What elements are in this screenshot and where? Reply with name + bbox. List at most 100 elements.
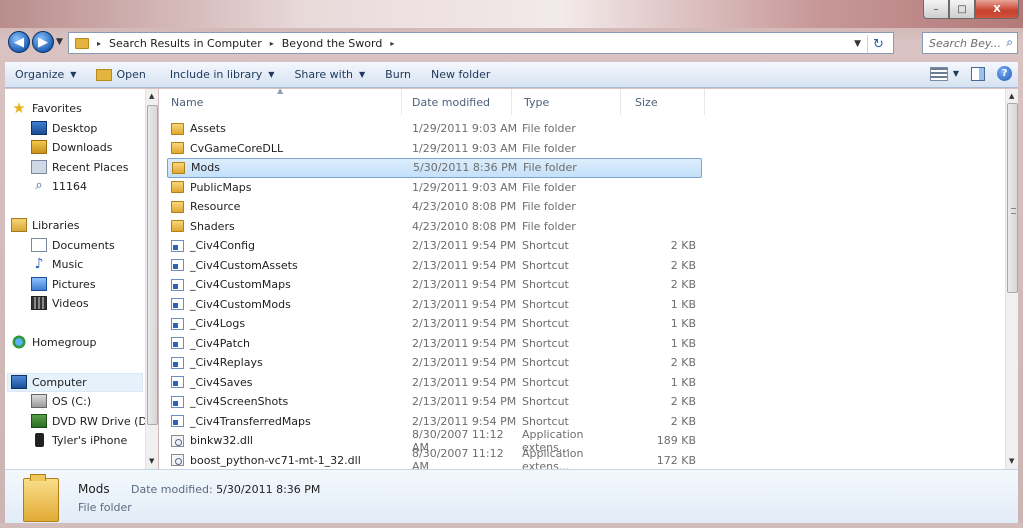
search-placeholder: Search Bey... (929, 36, 1001, 50)
maximize-button[interactable]: □ (949, 0, 975, 19)
file-size: 2 KB (670, 395, 696, 409)
refresh-icon[interactable]: ↻ (867, 35, 889, 53)
table-row[interactable]: _Civ4Config 2/13/2011 9:54 PM Shortcut 2 KB (167, 236, 702, 256)
file-name-cell: _Civ4CustomAssets (167, 259, 412, 272)
file-name: CvGameCoreDLL (190, 141, 284, 155)
table-row[interactable]: PublicMaps 1/29/2011 9:03 AM File folder (167, 178, 702, 198)
folder-icon (96, 68, 113, 81)
sidebar-group-homegroup[interactable]: Homegroup (11, 335, 96, 349)
column-header-name[interactable]: ▲ Name (159, 89, 402, 115)
organize-button[interactable]: Organize ▼ (5, 68, 86, 81)
file-type: Shortcut (522, 414, 569, 428)
change-view-button[interactable]: ▼ (929, 66, 959, 81)
address-row: ◀ ▶ ▼ ▸ Search Results in Computer ▸ Bey… (0, 28, 1023, 58)
file-date-modified: 2/13/2011 9:54 PM (412, 239, 517, 253)
column-header-type[interactable]: Type (512, 89, 621, 115)
file-type: Application extens... (522, 447, 584, 469)
shortcut-icon (171, 337, 184, 350)
file-type: File folder (523, 161, 577, 175)
search-icon[interactable]: ⌕ (1006, 35, 1013, 50)
sidebar-item-desktop[interactable]: Desktop (31, 121, 97, 135)
star-icon: ★ (12, 99, 26, 117)
breadcrumb-beyond-the-sword[interactable]: Beyond the Sword (282, 37, 383, 50)
minimize-button[interactable]: – (923, 0, 949, 19)
burn-label: Burn (385, 68, 411, 81)
sidebar-item-downloads[interactable]: Downloads (31, 140, 112, 154)
column-headers: ▲ Name Date modified Type Size (159, 89, 1005, 115)
sidebar-group-favorites[interactable]: ★ Favorites (11, 99, 81, 117)
sidebar-item-label: Tyler's iPhone (52, 433, 128, 447)
breadcrumb-search-results[interactable]: Search Results in Computer (109, 37, 262, 50)
scrollbar-thumb[interactable] (1007, 103, 1018, 293)
table-row[interactable]: _Civ4Replays 2/13/2011 9:54 PM Shortcut 2 K… (167, 353, 702, 373)
file-list-scrollbar[interactable]: ▲ ▼ (1005, 89, 1018, 469)
include-in-library-button[interactable]: Include in library ▼ (156, 68, 285, 81)
sidebar-item-11164[interactable]: ⌕ 11164 (31, 179, 87, 193)
details-name: Mods (78, 482, 110, 496)
scrollbar-thumb[interactable] (147, 105, 158, 425)
sidebar-item-dvd-drive[interactable]: DVD RW Drive (D (31, 414, 145, 428)
file-type: File folder (522, 180, 576, 194)
column-header-date-modified[interactable]: Date modified (402, 89, 512, 115)
sidebar-group-libraries[interactable]: Libraries (11, 218, 80, 232)
back-button[interactable]: ◀ (8, 31, 30, 53)
help-icon[interactable]: ? (997, 66, 1012, 81)
table-row[interactable]: CvGameCoreDLL 1/29/2011 9:03 AM File folde… (167, 139, 702, 159)
file-type: File folder (522, 219, 576, 233)
sidebar-item-videos[interactable]: Videos (31, 296, 89, 310)
table-row[interactable]: boost_python-vc71-mt-1_32.dll 8/30/2007 1… (167, 447, 702, 469)
column-header-size[interactable]: Size (621, 89, 705, 115)
table-row[interactable]: _Civ4Logs 2/13/2011 9:54 PM Shortcut 1 KB (167, 314, 702, 334)
file-list: ▲ Name Date modified Type Size Assets 1/2… (159, 89, 1005, 469)
scroll-down-icon[interactable]: ▼ (149, 457, 154, 465)
navigation-scrollbar[interactable]: ▲ ▼ (145, 89, 158, 469)
sidebar-item-iphone[interactable]: Tyler's iPhone (31, 433, 127, 447)
file-size: 1 KB (670, 375, 696, 389)
table-row[interactable]: _Civ4CustomAssets 2/13/2011 9:54 PM Shortc… (167, 256, 702, 276)
table-row[interactable]: Resource 4/23/2010 8:08 PM File folder (167, 197, 702, 217)
search-input[interactable]: Search Bey... ⌕ (922, 32, 1018, 54)
table-row[interactable]: _Civ4Saves 2/13/2011 9:54 PM Shortcut 1 KB (167, 373, 702, 393)
scroll-up-icon[interactable]: ▲ (1009, 92, 1014, 100)
scroll-up-icon[interactable]: ▲ (149, 92, 154, 100)
close-button[interactable]: X (975, 0, 1019, 19)
file-type: Shortcut (522, 375, 569, 389)
sidebar-item-os-c[interactable]: OS (C:) (31, 394, 91, 408)
table-row[interactable]: _Civ4CustomMaps 2/13/2011 9:54 PM Shortcut… (167, 275, 702, 295)
libraries-icon (11, 218, 27, 232)
table-row[interactable]: Mods 5/30/2011 8:36 PM File folder (167, 158, 702, 178)
address-dropdown[interactable]: ▼ (854, 39, 861, 49)
breadcrumb-separator[interactable]: ▸ (390, 39, 394, 48)
forward-button[interactable]: ▶ (32, 31, 54, 53)
table-row[interactable]: Shaders 4/23/2010 8:08 PM File folder (167, 217, 702, 237)
table-row[interactable]: Assets 1/29/2011 9:03 AM File folder (167, 119, 702, 139)
burn-button[interactable]: Burn (375, 68, 421, 81)
table-row[interactable]: _Civ4Patch 2/13/2011 9:54 PM Shortcut 1 KB (167, 334, 702, 354)
folder-icon (23, 474, 59, 522)
table-row[interactable]: _Civ4ScreenShots 2/13/2011 9:54 PM Shortcu… (167, 392, 702, 412)
share-with-button[interactable]: Share with ▼ (284, 68, 375, 81)
sidebar-item-pictures[interactable]: Pictures (31, 277, 96, 291)
shortcut-icon (171, 356, 184, 369)
sidebar-item-music[interactable]: ♪ Music (31, 257, 84, 271)
dvd-drive-icon (31, 414, 47, 428)
shortcut-icon (171, 239, 184, 252)
file-type: Shortcut (522, 258, 569, 272)
sidebar-item-recent-places[interactable]: Recent Places (31, 160, 129, 174)
scroll-down-icon[interactable]: ▼ (1009, 457, 1014, 465)
recent-pages-dropdown[interactable]: ▼ (56, 37, 63, 47)
new-folder-button[interactable]: New folder (421, 68, 500, 81)
table-row[interactable]: _Civ4CustomMods 2/13/2011 9:54 PM Shortcut… (167, 295, 702, 315)
open-button[interactable]: Open (86, 68, 155, 81)
file-date-modified: 8/30/2007 11:12 AM (412, 447, 504, 469)
file-size: 189 KB (656, 434, 696, 448)
preview-pane-icon[interactable] (971, 66, 985, 81)
desktop-icon (31, 121, 47, 135)
sidebar-group-computer[interactable]: Computer (11, 375, 87, 389)
breadcrumb-separator[interactable]: ▸ (270, 39, 274, 48)
breadcrumb-separator[interactable]: ▸ (97, 39, 101, 48)
sidebar-item-documents[interactable]: Documents (31, 238, 115, 252)
file-type: File folder (522, 122, 576, 136)
address-bar[interactable]: ▸ Search Results in Computer ▸ Beyond th… (68, 32, 894, 54)
phone-icon (35, 433, 44, 447)
